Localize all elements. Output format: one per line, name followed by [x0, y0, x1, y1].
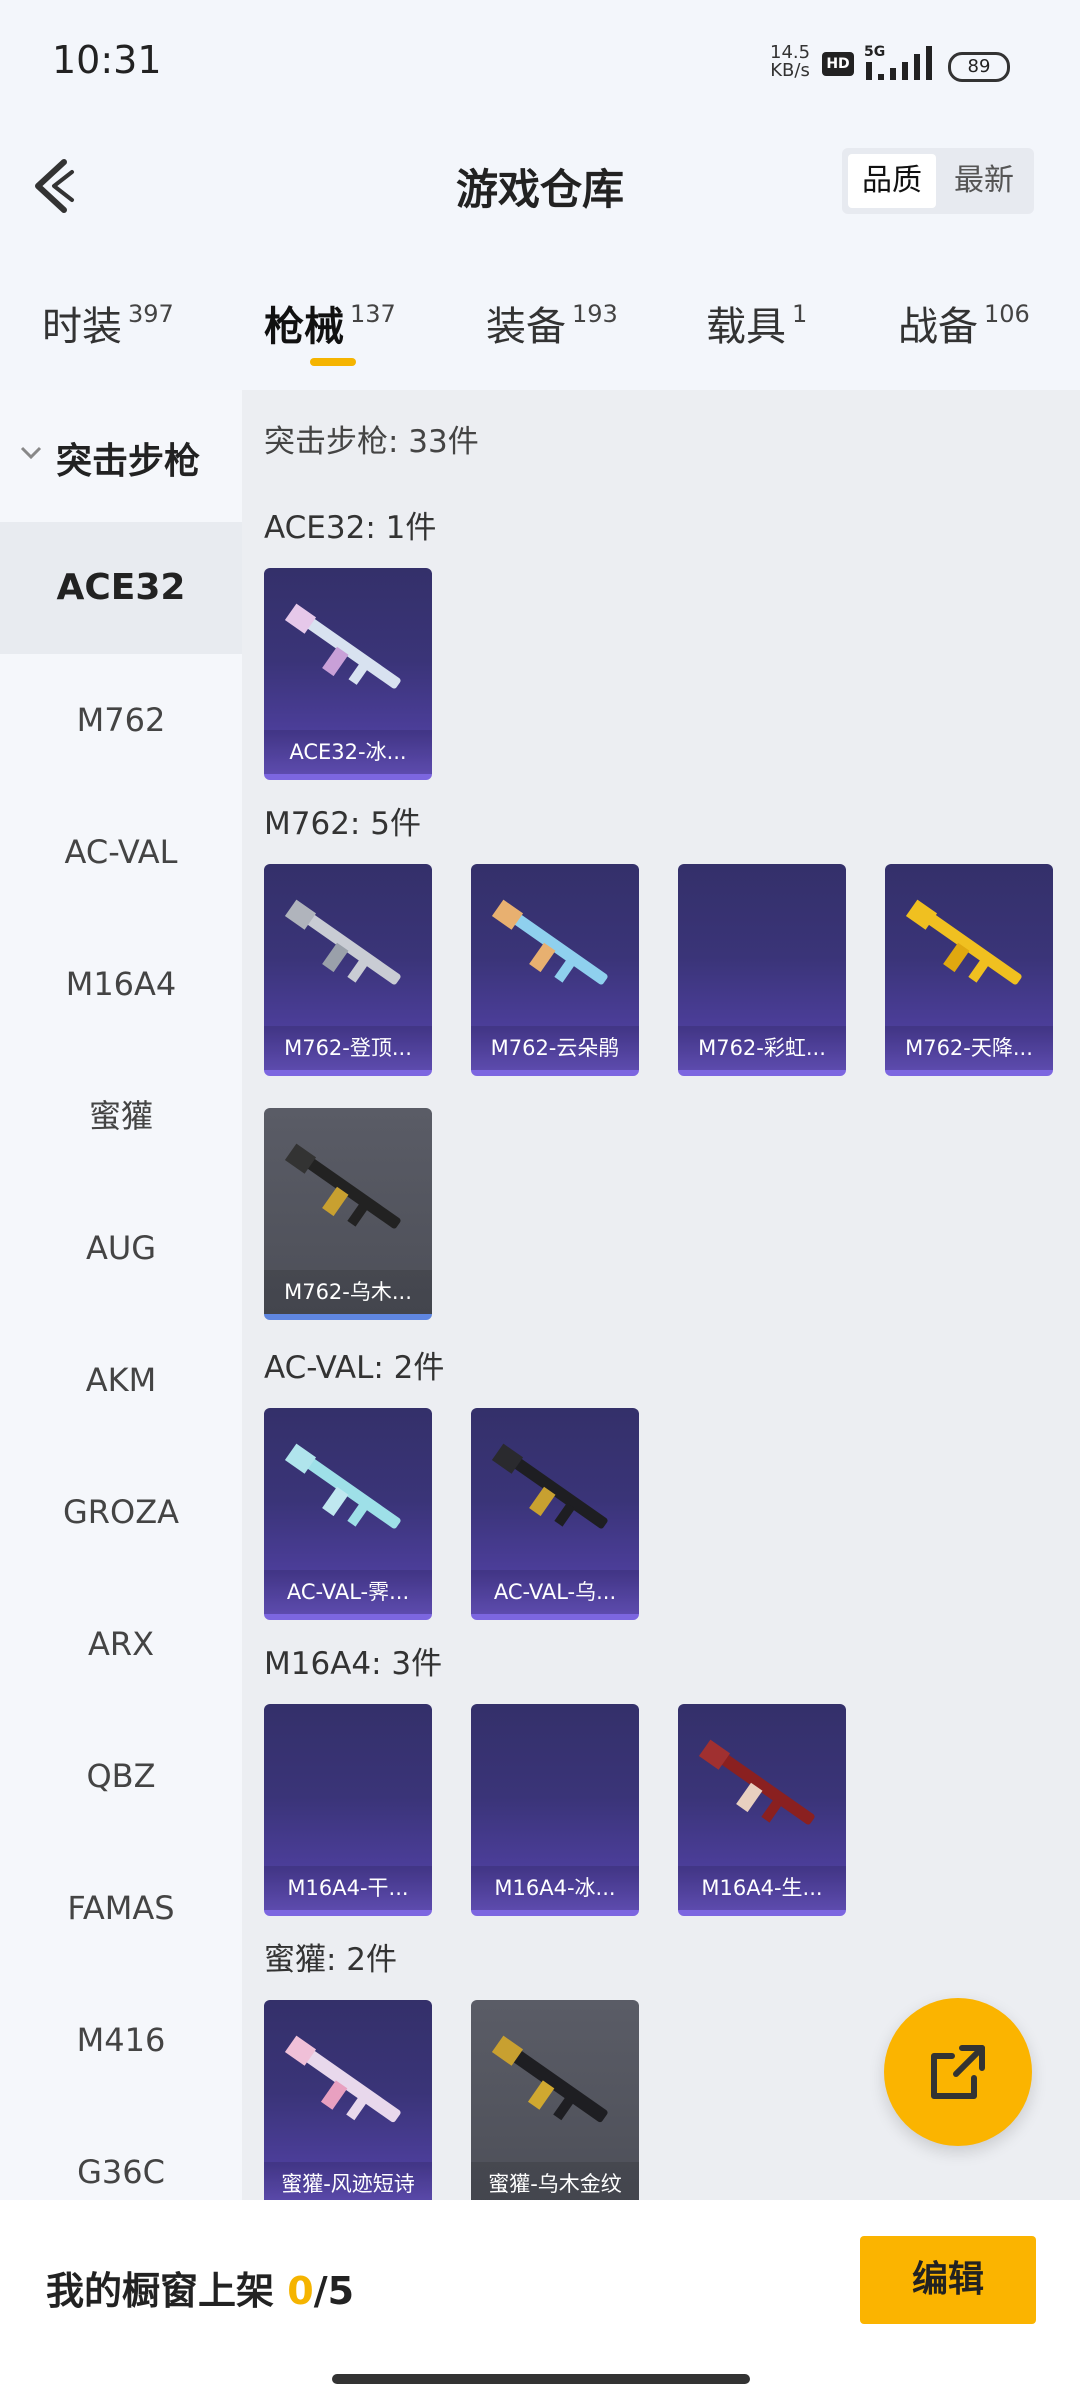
tab-equipment[interactable]: 装备 193 [486, 294, 618, 352]
status-bar: 10:31 14.5 KB/s HD 5G 89 [0, 0, 1080, 120]
rifle-icon [284, 1143, 401, 1229]
weapon-card[interactable]: M762-天降... [885, 864, 1053, 1076]
section-total: 突击步枪: 33件 [264, 424, 479, 460]
battery-icon: 89 [948, 52, 1010, 82]
rifle-icon [284, 1443, 401, 1529]
header: 游戏仓库 品质 最新 [0, 120, 1080, 240]
weapon-card[interactable]: M762-彩虹... [678, 864, 846, 1076]
weapon-name: 蜜獾-乌木金纹 [471, 2162, 639, 2200]
weapon-card[interactable]: M16A4-干... [264, 1704, 432, 1916]
group-title: AC-VAL: 2件 [264, 1350, 445, 1386]
weapon-name: M16A4-冰... [471, 1866, 639, 1910]
weapon-name: M16A4-干... [264, 1866, 432, 1910]
rifle-icon [284, 603, 401, 689]
sidebar-item-akm[interactable]: AKM [0, 1314, 242, 1446]
category-tabs: 时装 397 枪械 137 装备 193 载具 1 战备 106 [0, 280, 1080, 380]
group-title: M762: 5件 [264, 806, 421, 842]
weapon-card[interactable]: AC-VAL-霁... [264, 1408, 432, 1620]
sidebar-item-groza[interactable]: GROZA [0, 1446, 242, 1578]
sidebar-item-famas[interactable]: FAMAS [0, 1842, 242, 1974]
weapon-card[interactable]: M762-乌木... [264, 1108, 432, 1320]
tab-guns[interactable]: 枪械 137 [264, 294, 396, 352]
sidebar-item-m762[interactable]: M762 [0, 654, 242, 786]
rifle-icon [491, 899, 608, 985]
tab-fashion[interactable]: 时装 397 [42, 294, 174, 352]
chevron-down-icon [20, 446, 42, 460]
sort-latest-button[interactable]: 最新 [940, 154, 1028, 208]
weapon-list: 突击步枪: 33件 ACE32: 1件 ACE32-冰... M762: 5件 … [242, 390, 1080, 2200]
sidebar-item-m416[interactable]: M416 [0, 1974, 242, 2106]
weapon-name: AC-VAL-乌... [471, 1570, 639, 1614]
weapon-card[interactable]: M762-云朵鹃 [471, 864, 639, 1076]
weapon-card[interactable]: ACE32-冰... [264, 568, 432, 780]
weapon-name: M16A4-生... [678, 1866, 846, 1910]
share-button[interactable] [884, 1998, 1032, 2146]
sidebar-item-ac-val[interactable]: AC-VAL [0, 786, 242, 918]
weapon-name: 蜜獾-风迹短诗 [264, 2162, 432, 2200]
share-icon [931, 2045, 985, 2099]
rifle-icon [284, 2035, 401, 2123]
weapon-type-sidebar: 突击步枪 ACE32 M762 AC-VAL M16A4 蜜獾 AUG AKM … [0, 390, 242, 2200]
weapon-card[interactable]: AC-VAL-乌... [471, 1408, 639, 1620]
active-tab-indicator [310, 358, 356, 366]
weapon-name: M762-云朵鹃 [471, 1026, 639, 1070]
sort-quality-button[interactable]: 品质 [848, 154, 936, 208]
group-title: M16A4: 3件 [264, 1646, 443, 1682]
sidebar-item-ace32[interactable]: ACE32 [0, 522, 242, 654]
tab-vehicles[interactable]: 载具 1 [706, 294, 807, 352]
weapon-name: M762-登顶... [264, 1026, 432, 1070]
sidebar-item-g36c[interactable]: G36C [0, 2106, 242, 2200]
sidebar-item-honey-badger[interactable]: 蜜獾 [0, 1050, 242, 1182]
clock: 10:31 [52, 38, 162, 82]
weapon-name: M762-彩虹... [678, 1026, 846, 1070]
weapon-name: M762-天降... [885, 1026, 1053, 1070]
net-speed: 14.5 KB/s [770, 42, 811, 81]
rifle-icon [491, 1443, 608, 1529]
group-title: ACE32: 1件 [264, 510, 437, 546]
weapon-card[interactable]: M16A4-生... [678, 1704, 846, 1916]
weapon-card[interactable]: 蜜獾-乌木金纹 [471, 2000, 639, 2200]
weapon-name: ACE32-冰... [264, 730, 432, 774]
weapon-name: M762-乌木... [264, 1270, 432, 1314]
sidebar-item-arx[interactable]: ARX [0, 1578, 242, 1710]
rifle-icon [905, 899, 1022, 985]
sidebar-item-qbz[interactable]: QBZ [0, 1710, 242, 1842]
svg-text:5G: 5G [864, 44, 885, 60]
group-title: 蜜獾: 2件 [264, 1942, 398, 1978]
rifle-icon [491, 2035, 608, 2123]
rifle-icon [284, 899, 401, 985]
sidebar-item-m16a4[interactable]: M16A4 [0, 918, 242, 1050]
sidebar-item-aug[interactable]: AUG [0, 1182, 242, 1314]
weapon-name: AC-VAL-霁... [264, 1570, 432, 1614]
bottom-bar: 我的橱窗上架 0/5 编辑 [0, 2200, 1080, 2400]
sidebar-category[interactable]: 突击步枪 [0, 390, 242, 522]
edit-button[interactable]: 编辑 [860, 2236, 1036, 2324]
rifle-icon [698, 1739, 815, 1825]
signal-icon: 5G [864, 44, 932, 80]
weapon-card[interactable]: M762-登顶... [264, 864, 432, 1076]
weapon-card[interactable]: 蜜獾-风迹短诗 [264, 2000, 432, 2200]
sort-toggle: 品质 最新 [842, 148, 1034, 214]
hd-icon: HD [822, 52, 854, 76]
weapon-card[interactable]: M16A4-冰... [471, 1704, 639, 1916]
home-indicator[interactable] [332, 2374, 750, 2384]
tab-supplies[interactable]: 战备 106 [898, 294, 1030, 352]
showcase-status: 我的橱窗上架 0/5 [46, 2269, 355, 2313]
